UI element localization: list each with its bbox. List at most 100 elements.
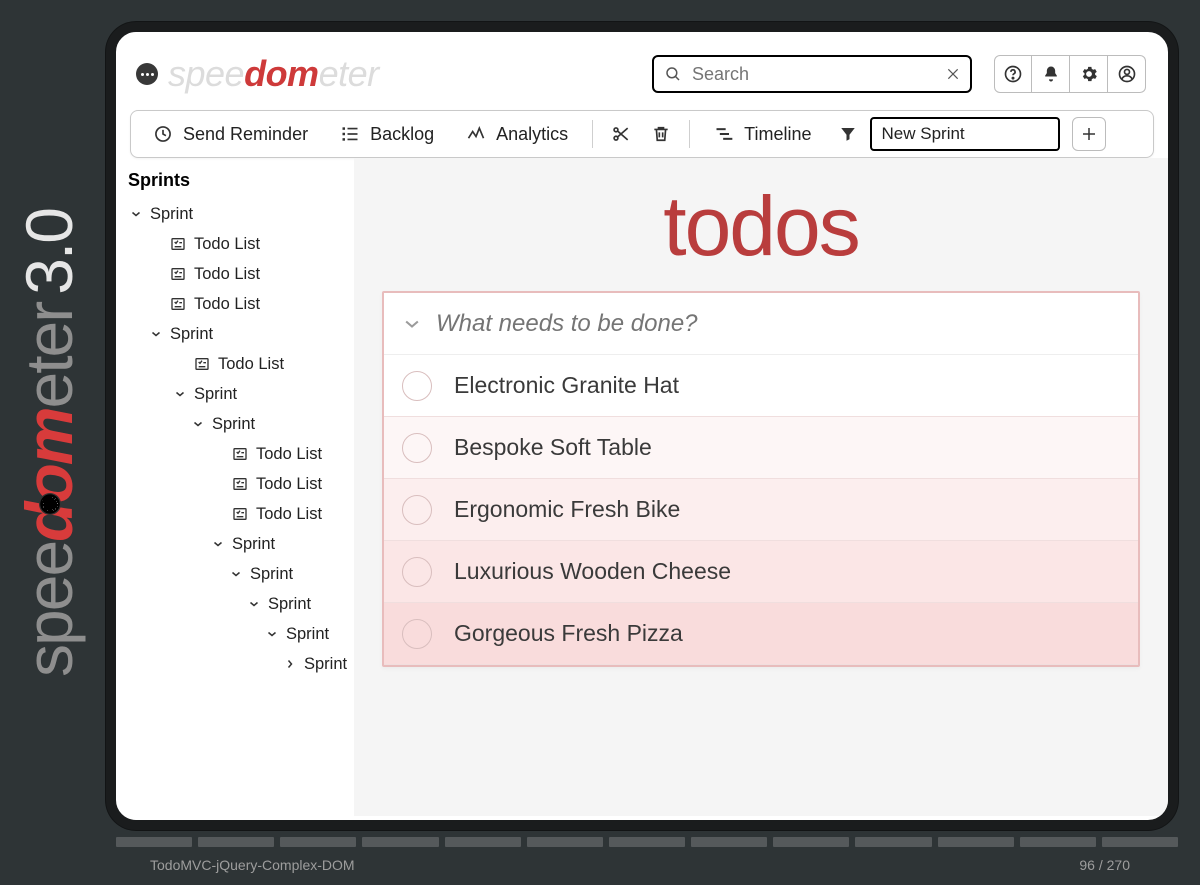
add-sprint-button[interactable] [1072,117,1106,151]
backlog-label: Backlog [370,124,434,145]
analytics-button[interactable]: Analytics [452,116,582,152]
brand-em: dom [12,408,86,541]
todo-item[interactable]: Gorgeous Fresh Pizza [384,603,1138,665]
tree-label: Sprint [286,625,329,644]
footer-caption: TodoMVC-jQuery-Complex-DOM [150,857,355,873]
tree-label: Sprint [194,385,237,404]
list-icon [170,266,186,282]
tree-label: Todo List [194,265,260,284]
todo-checkbox[interactable] [402,495,432,525]
tree-sprint[interactable]: Sprint [116,559,354,589]
chevron-right-icon [284,658,296,670]
settings-button[interactable] [1070,55,1108,93]
tree-todo-list[interactable]: Todo List [116,469,354,499]
todo-item[interactable]: Bespoke Soft Table [384,417,1138,479]
todo-item[interactable]: Luxurious Wooden Cheese [384,541,1138,603]
todo-new-row [384,293,1138,355]
todo-item[interactable]: Electronic Granite Hat [384,355,1138,417]
tree-label: Sprint [268,595,311,614]
notifications-button[interactable] [1032,55,1070,93]
tree-label: Todo List [194,295,260,314]
list-icon [170,236,186,252]
tree-sprint[interactable]: Sprint [116,529,354,559]
tree-todo-list[interactable]: Todo List [116,259,354,289]
trash-icon [651,124,671,144]
todo-checkbox[interactable] [402,433,432,463]
filter-icon [839,125,857,143]
delete-button[interactable] [643,116,679,152]
analytics-icon [466,124,486,144]
todo-text: Luxurious Wooden Cheese [454,558,731,585]
app-frame: speedometer Send Reminder [106,22,1178,830]
list-icon [194,356,210,372]
chevron-down-icon [266,628,278,640]
bell-icon [1041,64,1061,84]
chevron-down-icon [192,418,204,430]
logo-pre: spee [168,53,244,94]
tree-sprint[interactable]: Sprint [116,589,354,619]
more-icon [136,63,158,85]
tree-todo-list[interactable]: Todo List [116,499,354,529]
tree-todo-list[interactable]: Todo List [116,229,354,259]
topbar-actions [994,55,1146,93]
send-reminder-button[interactable]: Send Reminder [139,116,322,152]
toolbar: Send Reminder Backlog Analytics Timeline… [130,110,1154,158]
todo-checkbox[interactable] [402,557,432,587]
todo-item[interactable]: Ergonomic Fresh Bike [384,479,1138,541]
todo-list: Electronic Granite Hat Bespoke Soft Table… [384,355,1138,665]
help-button[interactable] [994,55,1032,93]
new-sprint-input[interactable]: New Sprint [870,117,1060,151]
tree-sprint[interactable]: Sprint [116,199,354,229]
analytics-label: Analytics [496,124,568,145]
tree-label: Todo List [256,505,322,524]
toolbar-separator [592,120,593,148]
tree-sprint[interactable]: Sprint [116,409,354,439]
content: todos Electronic Granite HatBespoke Soft… [354,158,1168,816]
new-todo-input[interactable] [436,310,1120,338]
search-input[interactable] [692,64,936,85]
vertical-brand: speedometer3.0 [0,0,98,885]
topbar: speedometer [116,32,1168,102]
chevron-down-icon [402,314,422,334]
tree-sprint[interactable]: Sprint [116,649,354,679]
toggle-all-button[interactable] [402,314,422,334]
todo-checkbox[interactable] [402,619,432,649]
chevron-down-icon [230,568,242,580]
tree-sprint[interactable]: Sprint [116,379,354,409]
plus-icon [1080,125,1098,143]
gauge-icon [39,493,61,515]
backlog-button[interactable]: Backlog [326,116,448,152]
todo-text: Bespoke Soft Table [454,434,652,461]
search-box[interactable] [652,55,972,93]
sidebar-tree: SprintTodo ListTodo ListTodo ListSprintT… [116,199,354,679]
tree-label: Sprint [212,415,255,434]
tree-label: Todo List [256,475,322,494]
tree-label: Sprint [232,535,275,554]
cut-button[interactable] [603,116,639,152]
tree-label: Todo List [218,355,284,374]
clock-icon [153,124,173,144]
filter-button[interactable] [830,116,866,152]
progress-ticks [116,837,1178,847]
brand-version: 3.0 [12,209,86,295]
toolbar-separator [689,120,690,148]
tree-todo-list[interactable]: Todo List [116,289,354,319]
tree-todo-list[interactable]: Todo List [116,349,354,379]
tree-label: Todo List [256,445,322,464]
account-button[interactable] [1108,55,1146,93]
todo-checkbox[interactable] [402,371,432,401]
timeline-button[interactable]: Timeline [700,116,825,152]
tree-label: Sprint [150,205,193,224]
tree-sprint[interactable]: Sprint [116,319,354,349]
clear-icon[interactable] [946,67,960,81]
help-icon [1003,64,1023,84]
todo-text: Ergonomic Fresh Bike [454,496,680,523]
chevron-down-icon [212,538,224,550]
tree-sprint[interactable]: Sprint [116,619,354,649]
send-reminder-label: Send Reminder [183,124,308,145]
sidebar-title: Sprints [116,166,354,199]
list-icon [232,476,248,492]
timeline-label: Timeline [744,124,811,145]
tree-todo-list[interactable]: Todo List [116,439,354,469]
brand-pre: spee [12,541,86,676]
